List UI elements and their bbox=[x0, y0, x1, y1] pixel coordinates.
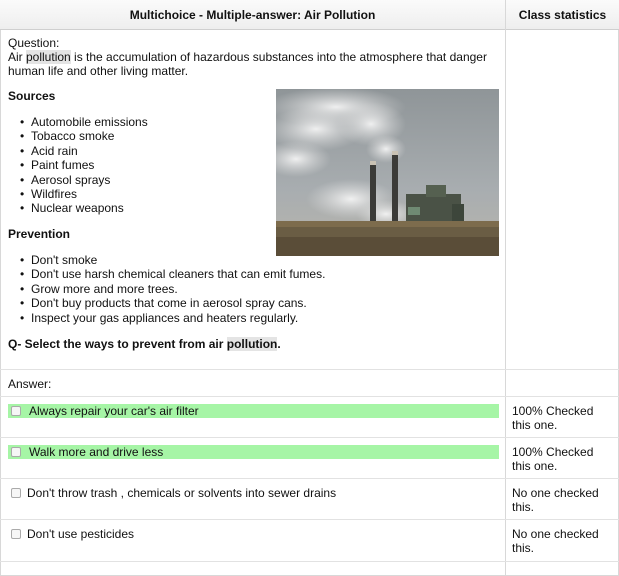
option-statistic: 100% Checked this one. bbox=[512, 445, 594, 473]
factory-smokestack-photo bbox=[276, 89, 499, 256]
question-label: Question: bbox=[8, 36, 60, 50]
sources-heading: Sources bbox=[8, 89, 56, 103]
prevention-list: Don't smoke Don't use harsh chemical cle… bbox=[20, 253, 325, 325]
answer-option-3: Don't throw trash , chemicals or solvent… bbox=[8, 486, 499, 500]
list-item: Inspect your gas appliances and heaters … bbox=[20, 311, 325, 325]
answer-checkbox bbox=[11, 406, 21, 416]
list-item: Nuclear weapons bbox=[20, 201, 148, 215]
intro-text-start: Air bbox=[8, 50, 26, 64]
list-item: Wildfires bbox=[20, 187, 148, 201]
answer-option-4: Don't use pesticides bbox=[8, 527, 499, 541]
answer-checkbox bbox=[11, 488, 21, 498]
prompt-text-end: . bbox=[277, 337, 281, 351]
glossary-term[interactable]: pollution bbox=[26, 50, 71, 64]
glossary-term[interactable]: pollution bbox=[226, 337, 278, 351]
list-item: Aerosol sprays bbox=[20, 173, 148, 187]
row-divider bbox=[0, 396, 619, 397]
option-statistic: No one checked this. bbox=[512, 486, 599, 514]
list-item: Don't use harsh chemical cleaners that c… bbox=[20, 267, 325, 281]
answer-option-1: Always repair your car's air filter bbox=[8, 404, 499, 418]
option-statistic: No one checked this. bbox=[512, 527, 599, 555]
answer-label: Answer: bbox=[8, 377, 52, 391]
prompt-text-start: Q- Select the ways to prevent from air bbox=[8, 337, 227, 351]
question-intro: Air pollution is the accumulation of haz… bbox=[8, 50, 500, 78]
option-statistic: 100% Checked this one. bbox=[512, 404, 594, 432]
answer-option-text: Always repair your car's air filter bbox=[29, 404, 199, 418]
row-divider bbox=[0, 478, 619, 479]
list-item: Grow more and more trees. bbox=[20, 282, 325, 296]
intro-text-end: is the accumulation of hazardous substan… bbox=[8, 50, 487, 78]
list-item: Automobile emissions bbox=[20, 115, 148, 129]
answer-option-text: Don't use pesticides bbox=[27, 527, 135, 541]
sources-list: Automobile emissions Tobacco smoke Acid … bbox=[20, 115, 148, 216]
answer-option-text: Don't throw trash , chemicals or solvent… bbox=[27, 486, 337, 500]
column-divider bbox=[505, 0, 506, 576]
answer-option-2: Walk more and drive less bbox=[8, 445, 499, 459]
answer-checkbox bbox=[11, 529, 21, 539]
list-item: Don't buy products that come in aerosol … bbox=[20, 296, 325, 310]
answer-option-text: Walk more and drive less bbox=[29, 445, 164, 459]
list-item: Tobacco smoke bbox=[20, 129, 148, 143]
answer-checkbox bbox=[11, 447, 21, 457]
list-item: Don't smoke bbox=[20, 253, 325, 267]
question-column-header: Multichoice - Multiple-answer: Air Pollu… bbox=[0, 0, 505, 30]
row-divider bbox=[0, 437, 619, 438]
row-divider bbox=[0, 519, 619, 520]
list-item: Acid rain bbox=[20, 144, 148, 158]
question-text: Question: Air pollution is the accumulat… bbox=[8, 36, 500, 78]
row-divider bbox=[0, 561, 619, 562]
stats-column-header: Class statistics bbox=[506, 0, 619, 30]
row-divider bbox=[0, 369, 619, 370]
prevention-heading: Prevention bbox=[8, 227, 71, 241]
question-prompt: Q- Select the ways to prevent from air p… bbox=[8, 337, 281, 351]
list-item: Paint fumes bbox=[20, 158, 148, 172]
